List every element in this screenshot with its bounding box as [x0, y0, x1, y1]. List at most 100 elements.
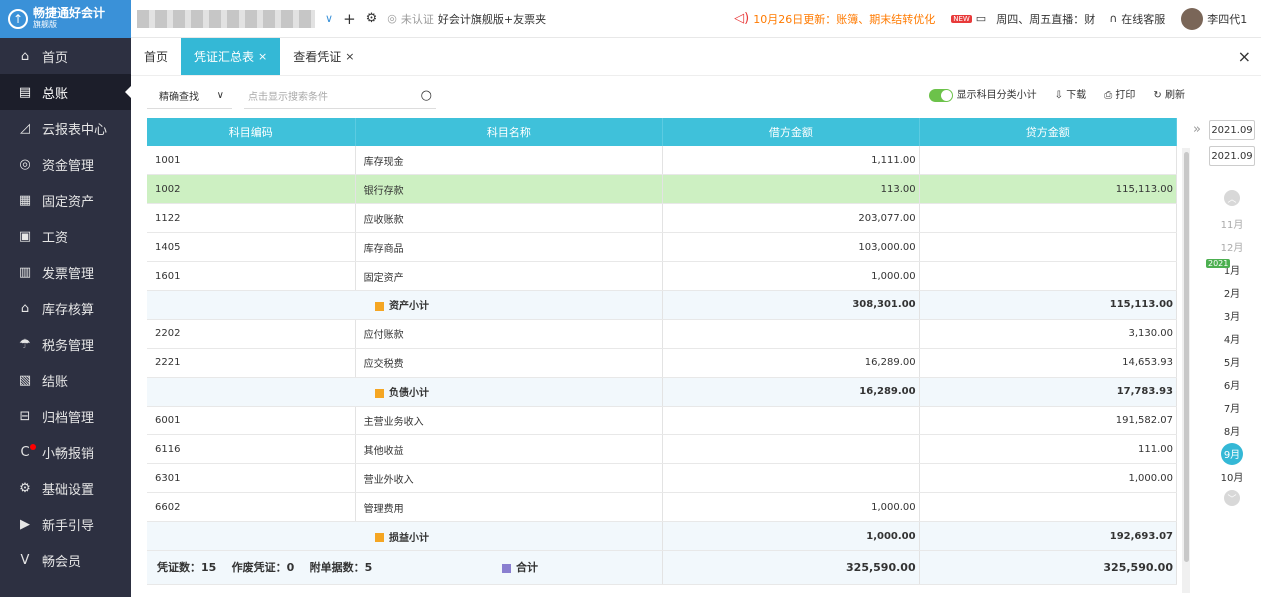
printer-icon: ⎙: [1104, 90, 1113, 102]
tab-voucher-summary[interactable]: 凭证汇总表 ×: [181, 38, 281, 75]
scroll-up-icon[interactable]: ︿: [1224, 190, 1240, 206]
brand-logo[interactable]: ↑ 畅捷通好会计 旗舰版: [0, 0, 131, 38]
company-name-blurred[interactable]: [137, 9, 315, 28]
header-credit[interactable]: 贷方金额: [919, 118, 1178, 146]
table-row[interactable]: 1001 库存现金 1,111.00: [147, 146, 1178, 176]
sidebar-item-checkout[interactable]: ▧ 结账: [0, 362, 131, 398]
member-icon: V: [20, 552, 30, 568]
tab-home[interactable]: 首页: [131, 38, 181, 75]
update-notice[interactable]: ◁) 10月26日更新：账簿、期末结转优化: [734, 11, 935, 27]
sidebar-item-inventory[interactable]: ⌂ 库存核算: [0, 290, 131, 326]
close-all-tabs-icon[interactable]: ×: [1238, 47, 1251, 66]
refresh-button[interactable]: ↻ 刷新: [1153, 86, 1185, 101]
user-menu[interactable]: 李四代1: [1181, 7, 1247, 30]
subtotal-row[interactable]: 资产小计 308,301.00 115,113.00: [147, 290, 1178, 320]
tab-view-voucher[interactable]: 查看凭证 ×: [280, 38, 367, 75]
download-label: 下载: [1066, 90, 1087, 102]
month-item[interactable]: 11月: [1206, 212, 1258, 235]
month-item[interactable]: 8月: [1206, 419, 1258, 442]
debit-cell: 1,111.00: [662, 146, 920, 176]
sidebar-item-label: 工资: [42, 230, 69, 246]
name-cell: 应付账款: [355, 319, 664, 349]
checkout-icon: ▧: [18, 372, 32, 388]
sidebar-item-settings[interactable]: ⚙ 基础设置: [0, 470, 131, 506]
asset-icon: ▦: [18, 192, 32, 208]
sidebar-item-tax[interactable]: ☂ 税务管理: [0, 326, 131, 362]
month-item[interactable]: 2月: [1206, 281, 1258, 304]
search-icon[interactable]: ○: [421, 88, 432, 103]
top-bar: ∨ + ⚙ ◎ 未认证 好会计旗舰版+友票夹 ◁) 10月26日更新：账簿、期末…: [131, 0, 1261, 38]
gear-icon[interactable]: ⚙: [366, 11, 378, 26]
table-row[interactable]: 6301 营业外收入 1,000.00: [147, 463, 1178, 494]
scroll-down-icon[interactable]: ﹀: [1224, 490, 1240, 506]
sidebar-item-archive[interactable]: ⊟ 归档管理: [0, 398, 131, 434]
print-button[interactable]: ⎙ 打印: [1104, 86, 1135, 101]
month-item[interactable]: 9月: [1206, 442, 1258, 465]
year-badge: 2021: [1206, 259, 1231, 268]
sidebar-item-invoice[interactable]: ▥ 发票管理: [0, 254, 131, 290]
sidebar-item-salary[interactable]: ▣ 工资: [0, 218, 131, 254]
download-button[interactable]: ⇩ 下载: [1055, 86, 1087, 101]
sidebar-item-home[interactable]: ⌂ 首页: [0, 38, 131, 74]
month-label: 7月: [1223, 404, 1241, 415]
table-row[interactable]: 6116 其他收益 111.00: [147, 434, 1178, 465]
search-input[interactable]: 点击显示搜索条件 ○: [244, 83, 436, 109]
month-item[interactable]: 6月: [1206, 373, 1258, 396]
tab-label: 凭证汇总表: [194, 50, 255, 64]
table-row[interactable]: 1122 应收账款 203,077.00: [147, 203, 1178, 234]
code-cell: 1002: [147, 174, 356, 205]
debit-cell: [662, 434, 920, 465]
sidebar-item-money[interactable]: ◎ 资金管理: [0, 146, 131, 182]
close-icon[interactable]: ×: [345, 50, 354, 63]
sidebar-item-label: 税务管理: [42, 338, 95, 354]
date-from[interactable]: 2021.09: [1209, 120, 1255, 140]
month-item[interactable]: 10月: [1206, 465, 1258, 488]
subtotal-icon: [375, 301, 384, 311]
header-debit[interactable]: 借方金额: [662, 118, 920, 146]
live-notice[interactable]: NEW ▭ 周四、周五直播：财: [951, 11, 1095, 27]
table-row[interactable]: 6001 主营业务收入 191,582.07: [147, 406, 1178, 436]
table-row[interactable]: 2221 应交税费 16,289.00 14,653.93: [147, 348, 1178, 378]
table-row[interactable]: 2202 应付账款 3,130.00: [147, 319, 1178, 349]
table-row[interactable]: 1601 固定资产 1,000.00: [147, 261, 1178, 291]
table-row[interactable]: 1002 银行存款 113.00 115,113.00: [147, 174, 1178, 205]
date-to[interactable]: 2021.09: [1209, 146, 1255, 166]
chart-icon: ◿: [20, 120, 30, 136]
scrollbar-thumb[interactable]: [1184, 152, 1189, 562]
close-icon[interactable]: ×: [258, 50, 267, 63]
tax-icon: ☂: [19, 336, 31, 352]
month-item[interactable]: 4月: [1206, 327, 1258, 350]
header-code[interactable]: 科目编码: [147, 118, 356, 146]
credit-cell: 191,582.07: [919, 406, 1178, 436]
sidebar-item-label: 首页: [42, 50, 69, 66]
sidebar-item-guide[interactable]: ▶ 新手引导: [0, 506, 131, 542]
header-name[interactable]: 科目名称: [355, 118, 664, 146]
sidebar-item-asset[interactable]: ▦ 固定资产: [0, 182, 131, 218]
subtotal-row[interactable]: 损益小计 1,000.00 192,693.07: [147, 521, 1178, 551]
total-icon: [501, 563, 511, 573]
online-service[interactable]: ∩ 在线客服: [1109, 11, 1165, 27]
month-item[interactable]: 5月: [1206, 350, 1258, 373]
toggle-switch[interactable]: [929, 88, 954, 102]
month-item[interactable]: 12月: [1206, 235, 1258, 258]
sidebar-item-chart[interactable]: ◿ 云报表中心: [0, 110, 131, 146]
sidebar-item-label: 库存核算: [42, 302, 95, 318]
sidebar-item-ledger[interactable]: ▤ 总账: [0, 74, 131, 110]
month-item[interactable]: 3月: [1206, 304, 1258, 327]
search-mode-select[interactable]: 精确查找 ∨: [147, 83, 232, 109]
sidebar-item-reimburse[interactable]: C 小畅报销: [0, 434, 131, 470]
cert-status[interactable]: 未认证: [401, 11, 434, 27]
collapse-panel-icon[interactable]: »: [1193, 122, 1201, 137]
table-row[interactable]: 1405 库存商品 103,000.00: [147, 232, 1178, 263]
table-row[interactable]: 6602 管理费用 1,000.00: [147, 492, 1178, 523]
credit-cell: 14,653.93: [919, 348, 1178, 378]
sidebar-item-member[interactable]: V 畅会员: [0, 542, 131, 578]
add-icon[interactable]: +: [343, 10, 356, 28]
subtotal-toggle[interactable]: 显示科目分类小计: [929, 86, 1037, 102]
period-panel: 2021.09 2021.09 ︿ 11月 12月 1月 2月 3月 4月 5月 6月 7月 8月…: [1206, 120, 1261, 520]
month-item[interactable]: 7月: [1206, 396, 1258, 419]
name-cell: 营业外收入: [355, 463, 664, 494]
company-dropdown-icon[interactable]: ∨: [325, 12, 333, 25]
shield-icon: ◎: [387, 12, 397, 25]
subtotal-row[interactable]: 负债小计 16,289.00 17,783.93: [147, 377, 1178, 407]
